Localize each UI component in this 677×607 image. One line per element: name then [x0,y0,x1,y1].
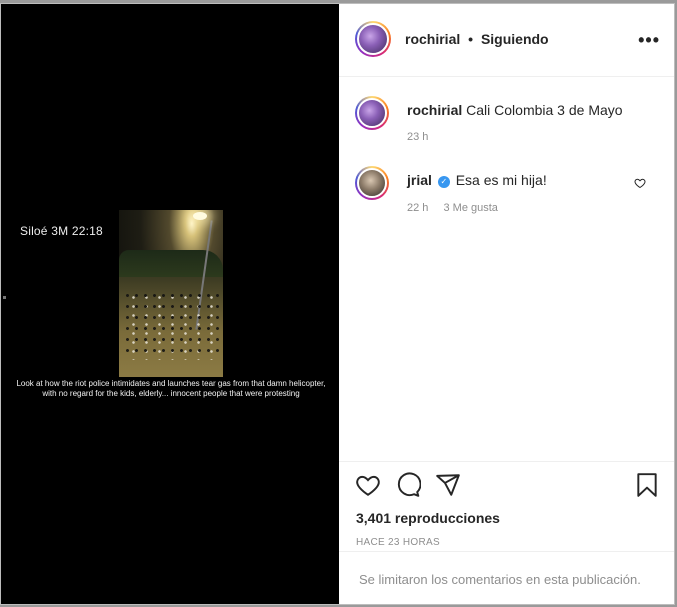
video-caption: Look at how the riot police intimidates … [16,379,326,398]
edge-marker [3,296,6,299]
comment: jrial ✓ Esa es mi hija! 22 h 3 Me gusta [355,166,665,216]
video-frame [119,210,223,377]
story-timestamp-label: Siloé 3M 22:18 [20,224,103,238]
verified-badge-icon: ✓ [437,176,450,188]
post-header: rochirial • Siguiendo ••• [339,4,674,77]
comment-text: Cali Colombia 3 de Mayo [466,102,623,118]
crowd [123,290,219,360]
heart-icon[interactable] [355,472,381,498]
comment-body: jrial ✓ Esa es mi hija! [407,172,547,188]
post-timestamp[interactable]: HACE 23 HORAS [356,537,440,548]
avatar[interactable] [355,166,389,200]
share-icon[interactable] [435,472,461,498]
post-modal: Siloé 3M 22:18 Look at how the riot poli… [0,3,675,605]
comment-username[interactable]: jrial [407,172,432,188]
post-side-panel: rochirial • Siguiendo ••• rochirial Cali… [339,4,674,604]
comment-time[interactable]: 23 h [407,131,428,143]
author-line: rochirial • Siguiendo [405,31,549,47]
video-player[interactable]: Siloé 3M 22:18 Look at how the riot poli… [1,4,339,604]
like-comment-heart-icon[interactable] [634,177,646,189]
comment-meta: 23 h [407,131,428,143]
comment-time[interactable]: 22 h [407,202,428,214]
view-count[interactable]: 3,401 reproducciones [356,510,500,526]
comment-body: rochirial Cali Colombia 3 de Mayo [407,102,623,118]
comment-icon[interactable] [395,472,421,498]
avatar[interactable] [355,96,389,130]
follow-status-button[interactable]: Siguiendo [481,31,549,47]
comment-likes[interactable]: 3 Me gusta [443,202,497,214]
caption-comment: rochirial Cali Colombia 3 de Mayo 23 h [355,96,665,146]
comments-limited-text: Se limitaron los comentarios en esta pub… [359,572,641,587]
separator-dot: • [468,31,474,47]
comment-text: Esa es mi hija! [455,172,547,188]
comment-meta: 22 h 3 Me gusta [407,202,498,214]
street-lamp-light [193,212,207,220]
author-username[interactable]: rochirial [405,31,460,47]
avatar[interactable] [355,21,391,57]
more-options-icon[interactable]: ••• [638,30,660,51]
bookmark-icon[interactable] [634,472,660,498]
comment-username[interactable]: rochirial [407,102,462,118]
post-actions: 3,401 reproducciones HACE 23 HORAS [339,461,674,552]
comments-limited-notice: Se limitaron los comentarios en esta pub… [339,551,674,607]
